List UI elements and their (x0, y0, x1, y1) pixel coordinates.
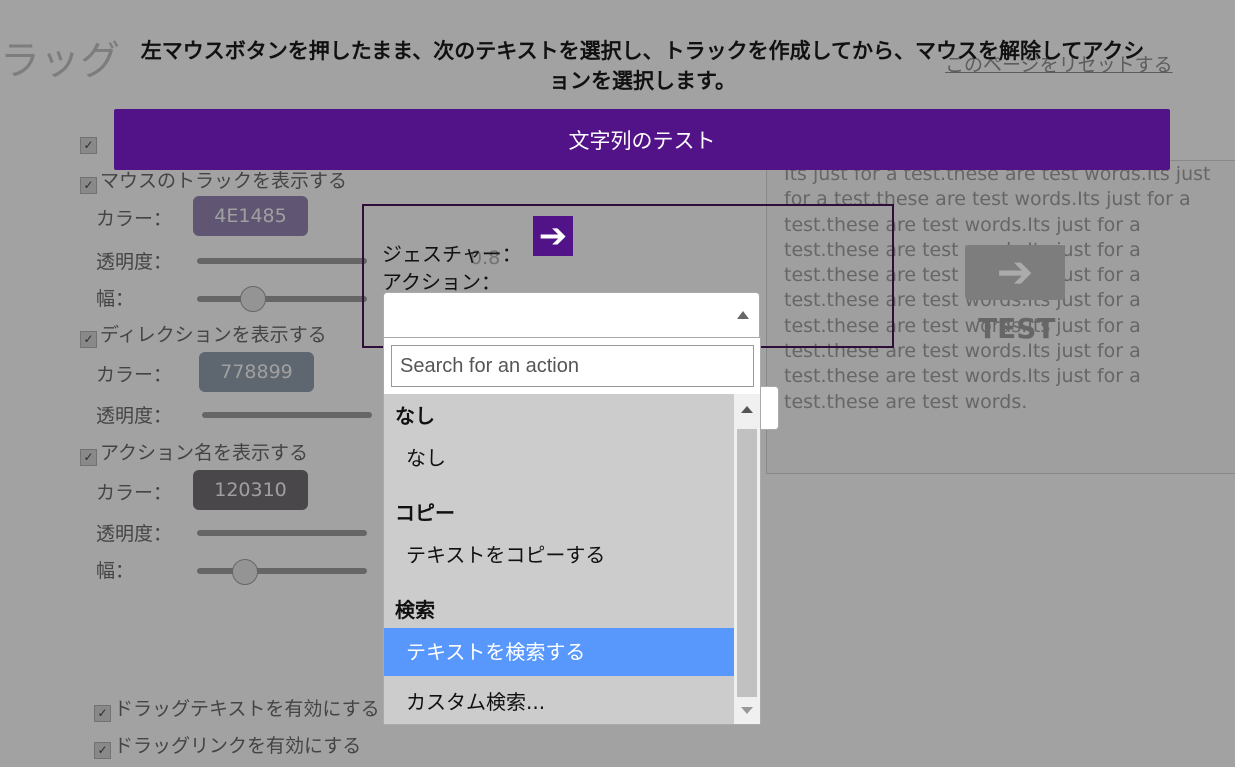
action-select[interactable] (383, 292, 760, 338)
option-none[interactable]: なし (384, 434, 734, 482)
option-search-text[interactable]: テキストを検索する (384, 628, 734, 676)
option-custom-search[interactable]: カスタム検索... (384, 678, 734, 726)
right-arrow-icon: ➔ (533, 216, 573, 256)
option-copy-text[interactable]: テキストをコピーする (384, 531, 734, 579)
scroll-down-icon[interactable] (741, 707, 753, 714)
dropdown-scrollbar[interactable] (734, 394, 760, 724)
caret-up-icon (737, 311, 749, 319)
gesture-label: ジェスチャー： (382, 242, 522, 266)
action-options-list: なし なし コピー テキストをコピーする 検索 テキストを検索する カスタム検索… (384, 394, 734, 724)
instructions-text: 左マウスボタンを押したまま、次のテキストを選択し、トラックを作成してから、マウス… (140, 39, 1145, 93)
action-label: アクション： (382, 270, 501, 294)
scrollbar-thumb[interactable] (737, 429, 757, 697)
group-label-copy: コピー (395, 501, 455, 525)
action-search-input[interactable] (391, 345, 754, 387)
select-side-handle (760, 386, 779, 430)
scroll-up-icon[interactable] (741, 406, 753, 413)
string-test-bar[interactable]: 文字列のテスト (114, 109, 1170, 170)
group-label-search: 検索 (395, 598, 435, 622)
group-label-none: なし (395, 404, 435, 428)
action-dropdown: なし なし コピー テキストをコピーする 検索 テキストを検索する カスタム検索… (383, 337, 761, 725)
